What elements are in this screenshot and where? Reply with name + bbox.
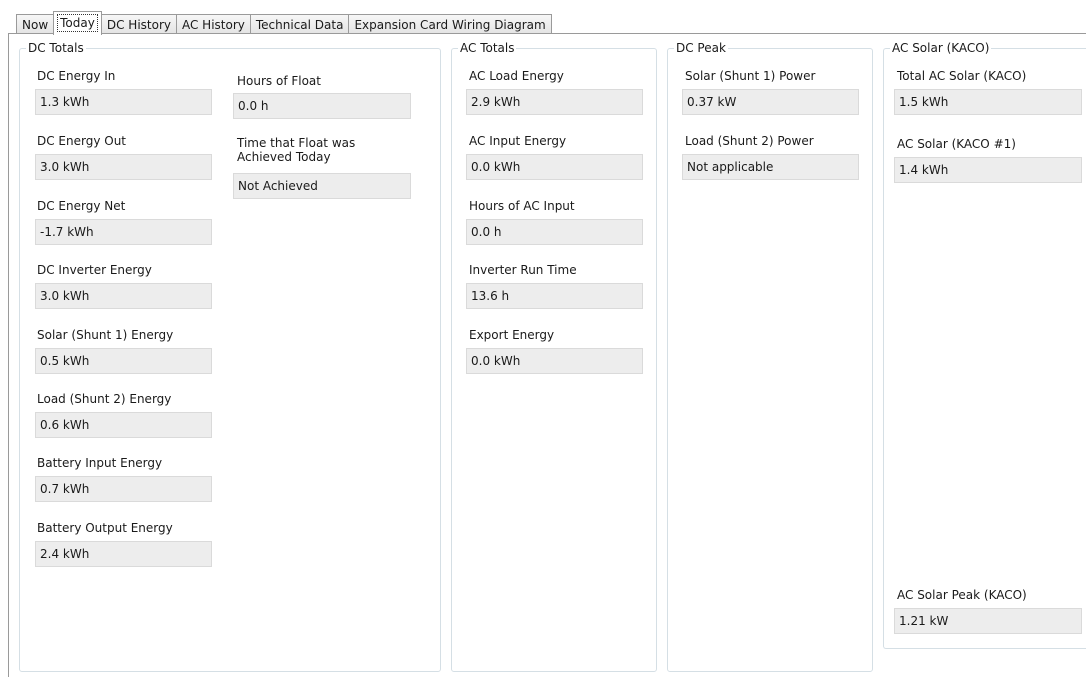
dc-inverter-energy-label: DC Inverter Energy [37, 263, 152, 277]
load-shunt2-power-value: Not applicable [682, 154, 859, 180]
load-shunt2-power-label: Load (Shunt 2) Power [685, 134, 814, 148]
tab-strip: Now Today DC History AC History Technica… [16, 11, 552, 35]
ac-solar-kaco-1-label: AC Solar (KACO #1) [897, 137, 1016, 151]
dc-energy-out-value: 3.0 kWh [35, 154, 212, 180]
solar-shunt1-power-label: Solar (Shunt 1) Power [685, 69, 816, 83]
dc-energy-in-value: 1.3 kWh [35, 89, 212, 115]
ac-input-energy-label: AC Input Energy [469, 134, 567, 148]
ac-solar-peak-kaco-value: 1.21 kW [894, 608, 1082, 634]
time-float-achieved-label-line2: Achieved Today [237, 150, 331, 164]
dc-inverter-energy-value: 3.0 kWh [35, 283, 212, 309]
solar-shunt1-energy-value: 0.5 kWh [35, 348, 212, 374]
battery-input-energy-label: Battery Input Energy [37, 456, 163, 470]
dc-totals-group: DC Totals DC Energy In 1.3 kWh DC Energy… [19, 41, 441, 672]
hours-of-ac-input-value: 0.0 h [466, 219, 643, 245]
tab-expansion-card-wiring-diagram-label: Expansion Card Wiring Diagram [354, 18, 546, 32]
dc-energy-net-value: -1.7 kWh [35, 219, 212, 245]
battery-input-energy-value: 0.7 kWh [35, 476, 212, 502]
dc-peak-title: DC Peak [674, 41, 728, 55]
solar-shunt1-power-value: 0.37 kW [682, 89, 859, 115]
ac-load-energy-label: AC Load Energy [469, 69, 564, 83]
ac-solar-peak-kaco-label: AC Solar Peak (KACO) [897, 588, 1027, 602]
ac-load-energy-value: 2.9 kWh [466, 89, 643, 115]
hours-of-ac-input-label: Hours of AC Input [469, 199, 575, 213]
tab-technical-data-label: Technical Data [255, 18, 344, 32]
dc-totals-title: DC Totals [26, 41, 86, 55]
ac-solar-kaco-1-value: 1.4 kWh [894, 157, 1082, 183]
ac-totals-group: AC Totals AC Load Energy 2.9 kWh AC Inpu… [451, 41, 657, 672]
export-energy-value: 0.0 kWh [466, 348, 643, 374]
time-float-achieved-label-line1: Time that Float was [237, 136, 356, 150]
export-energy-label: Export Energy [469, 328, 555, 342]
ac-solar-kaco-title: AC Solar (KACO) [890, 41, 992, 55]
tab-today-label: Today [57, 14, 98, 32]
tab-expansion-card-wiring-diagram[interactable]: Expansion Card Wiring Diagram [348, 14, 552, 34]
dc-energy-net-label: DC Energy Net [37, 199, 126, 213]
ac-totals-title: AC Totals [458, 41, 517, 55]
tab-ac-history-label: AC History [181, 18, 245, 32]
tab-dc-history[interactable]: DC History [100, 14, 177, 34]
tab-technical-data[interactable]: Technical Data [249, 14, 350, 34]
dc-energy-in-label: DC Energy In [37, 69, 116, 83]
tab-now-label: Now [22, 18, 49, 32]
dc-energy-out-label: DC Energy Out [37, 134, 127, 148]
total-ac-solar-kaco-label: Total AC Solar (KACO) [897, 69, 1027, 83]
tab-now[interactable]: Now [16, 14, 55, 34]
dc-peak-group: DC Peak Solar (Shunt 1) Power 0.37 kW Lo… [667, 41, 873, 672]
battery-output-energy-value: 2.4 kWh [35, 541, 212, 567]
tab-ac-history[interactable]: AC History [175, 14, 251, 34]
load-shunt2-energy-label: Load (Shunt 2) Energy [37, 392, 172, 406]
tab-today[interactable]: Today [53, 11, 102, 35]
battery-output-energy-label: Battery Output Energy [37, 521, 173, 535]
tab-dc-history-label: DC History [106, 18, 171, 32]
time-float-achieved-value: Not Achieved [233, 173, 411, 199]
ac-solar-kaco-group: AC Solar (KACO) Total AC Solar (KACO) 1.… [883, 41, 1086, 649]
solar-shunt1-energy-label: Solar (Shunt 1) Energy [37, 328, 174, 342]
ac-input-energy-value: 0.0 kWh [466, 154, 643, 180]
hours-of-float-value: 0.0 h [233, 93, 411, 119]
load-shunt2-energy-value: 0.6 kWh [35, 412, 212, 438]
total-ac-solar-kaco-value: 1.5 kWh [894, 89, 1082, 115]
hours-of-float-label: Hours of Float [237, 74, 321, 88]
inverter-run-time-value: 13.6 h [466, 283, 643, 309]
today-tab-page: DC Totals DC Energy In 1.3 kWh DC Energy… [8, 33, 1086, 677]
inverter-run-time-label: Inverter Run Time [469, 263, 577, 277]
